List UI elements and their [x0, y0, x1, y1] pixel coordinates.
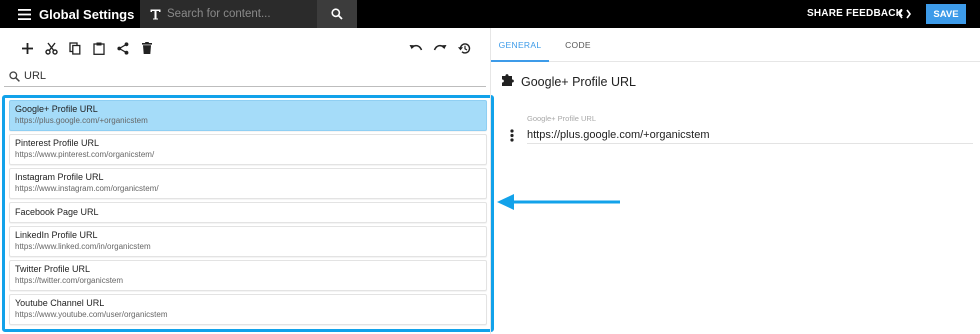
save-button[interactable]: SAVE	[926, 4, 966, 24]
detail-title: Google+ Profile URL	[521, 75, 636, 89]
item-subtitle: https://plus.google.com/+organicstem	[15, 116, 148, 125]
item-title: Twitter Profile URL	[15, 264, 91, 274]
share-feedback-button[interactable]: SHARE FEEDBACK	[807, 0, 903, 28]
tab-code[interactable]: CODE	[561, 28, 595, 62]
hamburger-menu-icon[interactable]	[10, 0, 38, 28]
delete-icon[interactable]	[138, 39, 156, 57]
list-item[interactable]: Facebook Page URL	[9, 202, 487, 223]
field-label: Google+ Profile URL	[527, 114, 596, 123]
tab-general[interactable]: GENERAL	[491, 28, 549, 62]
item-subtitle: https://www.pinterest.com/organicstem/	[15, 150, 155, 159]
annotation-arrow-icon	[497, 194, 620, 210]
tab-bar: GENERAL CODE	[491, 28, 980, 62]
list-item[interactable]: Twitter Profile URL https://twitter.com/…	[9, 260, 487, 291]
search-input[interactable]	[167, 8, 317, 20]
item-title: Facebook Page URL	[15, 207, 99, 217]
cut-icon[interactable]	[42, 39, 60, 57]
settings-list: Google+ Profile URL https://plus.google.…	[2, 95, 494, 332]
copy-icon[interactable]	[66, 39, 84, 57]
filter-input[interactable]	[24, 70, 464, 82]
search-icon	[6, 68, 22, 84]
item-subtitle: https://www.youtube.com/user/organicstem	[15, 310, 168, 319]
more-options-icon[interactable]	[507, 128, 517, 142]
history-icon[interactable]	[455, 39, 473, 57]
search-box	[140, 0, 357, 28]
code-view-icon[interactable]	[893, 0, 915, 28]
item-title: Instagram Profile URL	[15, 172, 104, 182]
detail-header: Google+ Profile URL	[501, 72, 636, 92]
item-subtitle: https://twitter.com/organicstem	[15, 276, 124, 285]
list-item[interactable]: LinkedIn Profile URL https://www.linked.…	[9, 226, 487, 257]
url-field[interactable]	[527, 126, 973, 144]
item-title: Pinterest Profile URL	[15, 138, 100, 148]
puzzle-icon	[501, 72, 516, 92]
item-title: Youtube Channel URL	[15, 298, 105, 308]
list-item[interactable]: Pinterest Profile URL https://www.pinter…	[9, 134, 487, 165]
list-item[interactable]: Youtube Channel URL https://www.youtube.…	[9, 294, 487, 325]
search-button[interactable]	[317, 0, 357, 28]
filter-row	[4, 66, 486, 87]
search-icon	[331, 8, 343, 20]
item-subtitle: https://www.linked.com/in/organicstem	[15, 242, 151, 251]
add-icon[interactable]	[18, 39, 36, 57]
paste-icon[interactable]	[90, 39, 108, 57]
list-item[interactable]: Instagram Profile URL https://www.instag…	[9, 168, 487, 199]
top-bar: Global Settings SHARE FEEDBACK SAVE	[0, 0, 980, 28]
share-icon[interactable]	[114, 39, 132, 57]
item-title: Google+ Profile URL	[15, 104, 98, 114]
list-item[interactable]: Google+ Profile URL https://plus.google.…	[9, 100, 487, 131]
details-panel: GENERAL CODE Google+ Profile URL Google+…	[490, 28, 980, 334]
item-subtitle: https://www.instagram.com/organicstem/	[15, 184, 159, 193]
redo-icon[interactable]	[431, 39, 449, 57]
item-title: LinkedIn Profile URL	[15, 230, 98, 240]
app-title: Global Settings	[39, 6, 135, 22]
undo-icon[interactable]	[407, 39, 425, 57]
editor-toolbar	[0, 34, 490, 62]
text-type-icon[interactable]	[143, 0, 167, 28]
